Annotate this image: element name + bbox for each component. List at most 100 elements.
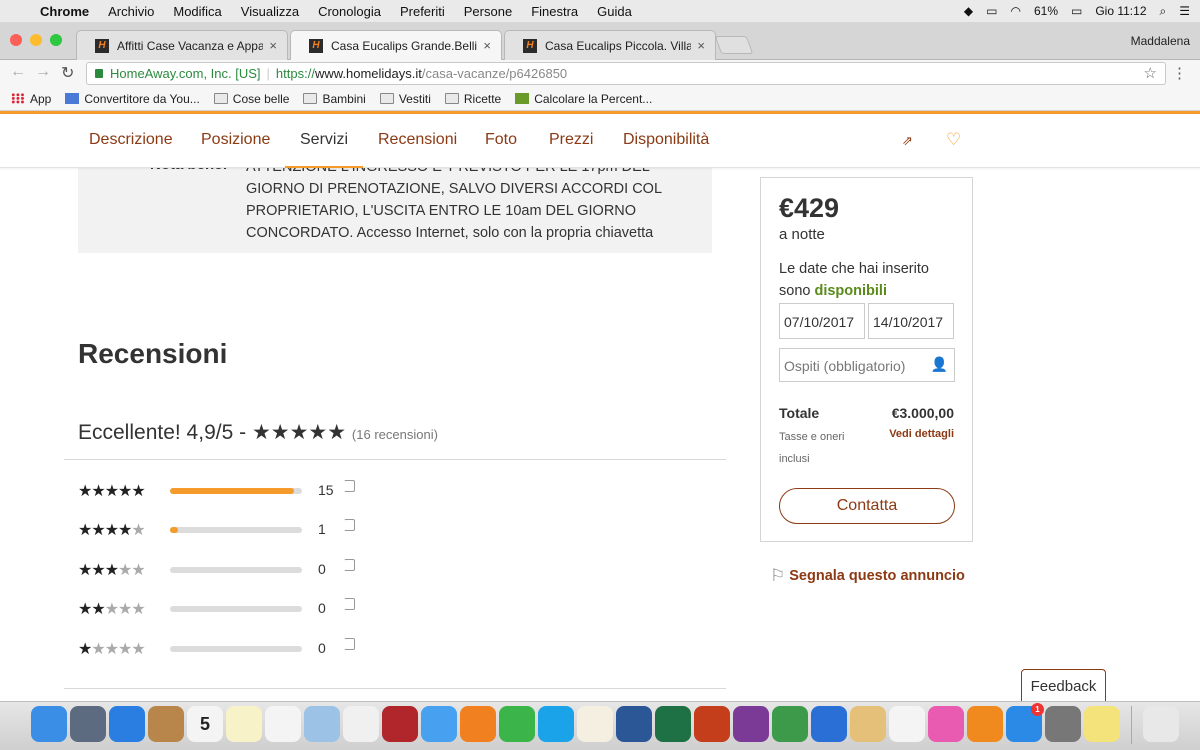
bookmark-folder-vestiti[interactable]: Vestiti	[379, 91, 431, 106]
bookmark-star-icon[interactable]: ☆	[1144, 64, 1157, 82]
reminders-icon[interactable]	[265, 706, 301, 742]
clock[interactable]: Gio 11:12	[1095, 4, 1146, 18]
contact-button[interactable]: Contatta	[779, 488, 955, 524]
preview-bird-icon[interactable]	[850, 706, 886, 742]
word-icon[interactable]	[616, 706, 652, 742]
spotlight-icon[interactable]: ⌕	[1160, 4, 1167, 19]
bookmark-label: Ricette	[463, 91, 502, 106]
messages-icon[interactable]	[421, 706, 457, 742]
photobooth-icon[interactable]	[382, 706, 418, 742]
menu-archivio[interactable]: Archivio	[108, 4, 154, 19]
dock-apps: 51	[31, 703, 1179, 748]
contacts-icon[interactable]	[148, 706, 184, 742]
menu-modifica[interactable]: Modifica	[173, 4, 221, 19]
reload-icon[interactable]: ↻	[61, 63, 74, 83]
browser-tab-3[interactable]: H Casa Eucalips Piccola. Villa co ×	[504, 30, 716, 60]
onenote-icon[interactable]	[733, 706, 769, 742]
nav-prezzi[interactable]: Prezzi	[549, 131, 593, 149]
report-listing-link[interactable]: ⚐ Segnala questo annuncio	[770, 566, 965, 586]
url-bar[interactable]: HomeAway.com, Inc. [US] | https:// www.h…	[86, 62, 1166, 85]
nav-servizi[interactable]: Servizi	[284, 131, 364, 168]
nav-disponibilita[interactable]: Disponibilità	[623, 131, 709, 149]
menu-guida[interactable]: Guida	[597, 4, 632, 19]
rating-row-2-stars[interactable]: ★★★★★ 0	[78, 598, 378, 619]
close-window-button[interactable]	[10, 34, 22, 46]
wifi-icon[interactable]: ◠	[1010, 4, 1020, 18]
bookmark-percentage[interactable]: Calcolare la Percent...	[515, 92, 652, 106]
facetime-icon[interactable]	[499, 706, 535, 742]
photos-icon[interactable]	[343, 706, 379, 742]
notification-center-icon[interactable]: ☰	[1179, 4, 1190, 18]
launchpad-icon[interactable]	[70, 706, 106, 742]
rating-row-5-stars[interactable]: ★★★★★ 15	[78, 480, 378, 501]
forward-arrow-icon[interactable]: →	[35, 63, 51, 81]
airplay-icon[interactable]: ▭	[986, 4, 997, 18]
bookmark-label: Vestiti	[398, 91, 431, 106]
url-protocol: https://	[275, 66, 315, 81]
trash-icon[interactable]	[1143, 706, 1179, 742]
reviews-summary: Eccellente! 4,9/5 - ★★★★★ (16 recensioni…	[78, 420, 438, 445]
rating-row-1-stars[interactable]: ★★★★★ 0	[78, 638, 378, 659]
browser-tab-1[interactable]: H Affitti Case Vacanza e Apparta ×	[76, 30, 288, 60]
battery-icon[interactable]: ▭	[1071, 4, 1082, 18]
dropbox-icon[interactable]: ◆	[964, 4, 973, 18]
excel-icon[interactable]	[655, 706, 691, 742]
bookmark-folder-ricette[interactable]: Ricette	[444, 91, 502, 106]
ibooks-icon[interactable]	[967, 706, 1003, 742]
safari-icon[interactable]	[109, 706, 145, 742]
system-preferences-icon[interactable]	[1045, 706, 1081, 742]
browser-tab-2[interactable]: H Casa Eucalips Grande.Bellissin ×	[290, 30, 502, 60]
checkin-date-field[interactable]: 07/10/2017	[779, 303, 865, 339]
preview-icon[interactable]	[304, 706, 340, 742]
menu-visualizza[interactable]: Visualizza	[241, 4, 299, 19]
guests-field[interactable]: Ospiti (obbligatorio) 👤	[779, 348, 955, 382]
rating-row-4-stars[interactable]: ★★★★★ 1	[78, 519, 378, 540]
skype-icon[interactable]	[538, 706, 574, 742]
nav-posizione[interactable]: Posizione	[201, 131, 270, 149]
rating-row-3-stars[interactable]: ★★★★★ 0	[78, 559, 378, 580]
numbers-icon[interactable]	[772, 706, 808, 742]
vlc-icon[interactable]	[460, 706, 496, 742]
close-tab-icon[interactable]: ×	[483, 38, 491, 53]
chrome-icon[interactable]	[889, 706, 925, 742]
calendar-icon[interactable]: 5	[187, 706, 223, 742]
feedback-button[interactable]: Feedback	[1021, 669, 1106, 703]
menu-preferiti[interactable]: Preferiti	[400, 4, 445, 19]
bookmark-folder-cose-belle[interactable]: Cose belle	[213, 92, 289, 106]
minimize-window-button[interactable]	[30, 34, 42, 46]
share-icon[interactable]: ⇗	[902, 133, 913, 149]
appstore-icon[interactable]: 1	[1006, 703, 1044, 742]
notes-icon[interactable]	[226, 706, 262, 742]
powerpoint-icon[interactable]	[694, 706, 730, 742]
homeaway-favicon-icon: H	[95, 38, 109, 53]
maximize-window-button[interactable]	[50, 34, 62, 46]
battery-percent[interactable]: 61%	[1034, 4, 1058, 18]
bookmark-folder-bambini[interactable]: Bambini	[303, 92, 366, 106]
keynote-icon[interactable]	[811, 706, 847, 742]
itunes-icon[interactable]	[928, 706, 964, 742]
bookmark-converter[interactable]: Convertitore da You...	[65, 92, 200, 106]
close-tab-icon[interactable]: ×	[697, 38, 705, 53]
profile-name[interactable]: Maddalena	[1131, 34, 1190, 48]
menu-app-name[interactable]: Chrome	[40, 4, 89, 19]
close-tab-icon[interactable]: ×	[269, 38, 277, 53]
new-tab-button[interactable]	[714, 36, 754, 54]
back-arrow-icon[interactable]: ←	[10, 63, 26, 81]
nav-recensioni[interactable]: Recensioni	[378, 131, 457, 149]
nav-descrizione[interactable]: Descrizione	[89, 131, 173, 149]
checkout-date-field[interactable]: 14/10/2017	[868, 303, 954, 339]
rating-bar-track	[170, 527, 302, 533]
guests-placeholder: Ospiti (obbligatorio)	[784, 358, 906, 374]
heart-icon[interactable]: ♡	[946, 130, 961, 150]
tab-title: Affitti Case Vacanza e Apparta	[117, 38, 264, 53]
textedit-icon[interactable]	[577, 706, 613, 742]
menu-finestra[interactable]: Finestra	[531, 4, 578, 19]
see-details-link[interactable]: Vedi dettagli	[889, 428, 954, 440]
nav-foto[interactable]: Foto	[485, 131, 517, 149]
menu-cronologia[interactable]: Cronologia	[318, 4, 381, 19]
finder-icon[interactable]	[31, 706, 67, 742]
menu-persone[interactable]: Persone	[464, 4, 512, 19]
stickies-icon[interactable]	[1084, 706, 1120, 742]
bookmark-apps[interactable]: App	[11, 92, 51, 106]
chrome-menu-icon[interactable]: ⋮	[1172, 64, 1187, 82]
